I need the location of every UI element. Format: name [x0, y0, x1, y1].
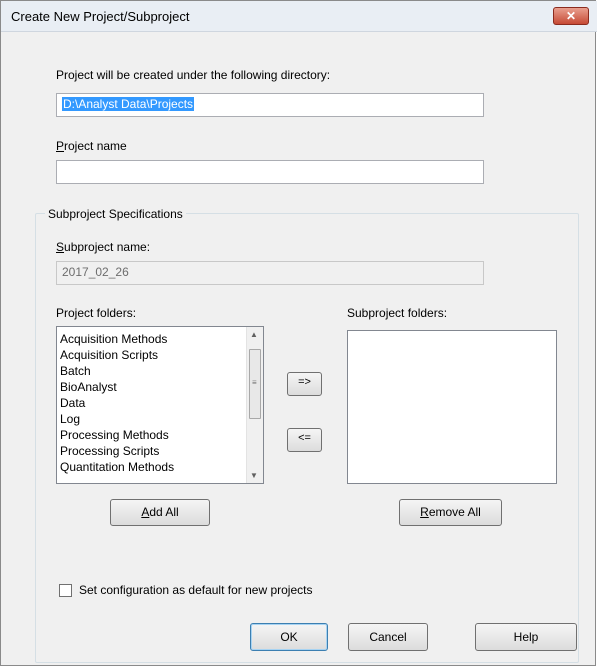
list-item[interactable]: Log: [57, 411, 247, 427]
cancel-button[interactable]: Cancel: [348, 623, 428, 651]
list-item[interactable]: Batch: [57, 363, 247, 379]
cancel-label: Cancel: [369, 630, 407, 644]
directory-label: Project will be created under the follow…: [56, 68, 331, 82]
subproject-name-label: Subproject name:: [56, 240, 150, 254]
close-button[interactable]: ✕: [553, 7, 589, 25]
list-item[interactable]: Processing Scripts: [57, 443, 247, 459]
directory-field[interactable]: D:\Analyst Data\Projects: [56, 93, 484, 117]
project-name-input[interactable]: [56, 160, 484, 184]
project-name-label-text: roject name: [64, 139, 127, 153]
subproject-group-title: Subproject Specifications: [45, 207, 186, 221]
list-item[interactable]: Acquisition Methods: [57, 331, 247, 347]
move-left-label: <=: [298, 432, 311, 444]
ok-button[interactable]: OK: [250, 623, 328, 651]
scroll-thumb[interactable]: ≡: [249, 349, 261, 419]
grip-icon: ≡: [252, 378, 257, 387]
scroll-down-icon[interactable]: ▼: [250, 471, 258, 480]
list-item[interactable]: Quantitation Methods: [57, 459, 247, 475]
subproject-folders-label: Subproject folders:: [347, 306, 448, 320]
project-folders-items: Acquisition Methods Acquisition Scripts …: [57, 331, 247, 475]
project-folders-scrollbar[interactable]: ▲ ≡ ▼: [246, 327, 263, 483]
add-all-button[interactable]: Add All: [110, 499, 210, 526]
project-folders-label: Project folders:: [56, 306, 137, 320]
help-button[interactable]: Help: [475, 623, 577, 651]
default-config-checkbox[interactable]: [59, 584, 72, 597]
help-label: Help: [513, 630, 539, 644]
list-item[interactable]: BioAnalyst: [57, 379, 247, 395]
dialog-title: Create New Project/Subproject: [11, 9, 190, 24]
scroll-up-icon[interactable]: ▲: [250, 330, 258, 339]
directory-value: D:\Analyst Data\Projects: [62, 97, 195, 111]
move-right-button[interactable]: =>: [287, 372, 322, 396]
subproject-folders-list[interactable]: [347, 330, 557, 484]
subproject-name-label-mnemonic: S: [56, 240, 65, 254]
ok-label: OK: [280, 630, 298, 644]
add-all-label: dd All: [149, 505, 179, 519]
subproject-name-label-text: ubproject name:: [64, 240, 151, 254]
project-name-label-mnemonic: P: [56, 139, 65, 153]
close-icon: ✕: [565, 9, 577, 23]
remove-all-label: emove All: [428, 505, 481, 519]
move-right-label: =>: [298, 376, 311, 388]
remove-all-mnemonic: R: [420, 505, 429, 519]
dialog-window: Create New Project/Subproject ✕ Project …: [0, 0, 597, 666]
subproject-name-field[interactable]: 2017_02_26: [56, 261, 484, 285]
project-folders-list[interactable]: Acquisition Methods Acquisition Scripts …: [56, 326, 264, 484]
project-name-label: Project name: [56, 139, 127, 153]
list-item[interactable]: Data: [57, 395, 247, 411]
list-item[interactable]: Processing Methods: [57, 427, 247, 443]
default-config-label: Set configuration as default for new pro…: [79, 583, 313, 597]
title-bar: Create New Project/Subproject ✕: [1, 1, 597, 32]
remove-all-button[interactable]: Remove All: [399, 499, 502, 526]
list-item[interactable]: Acquisition Scripts: [57, 347, 247, 363]
move-left-button[interactable]: <=: [287, 428, 322, 452]
